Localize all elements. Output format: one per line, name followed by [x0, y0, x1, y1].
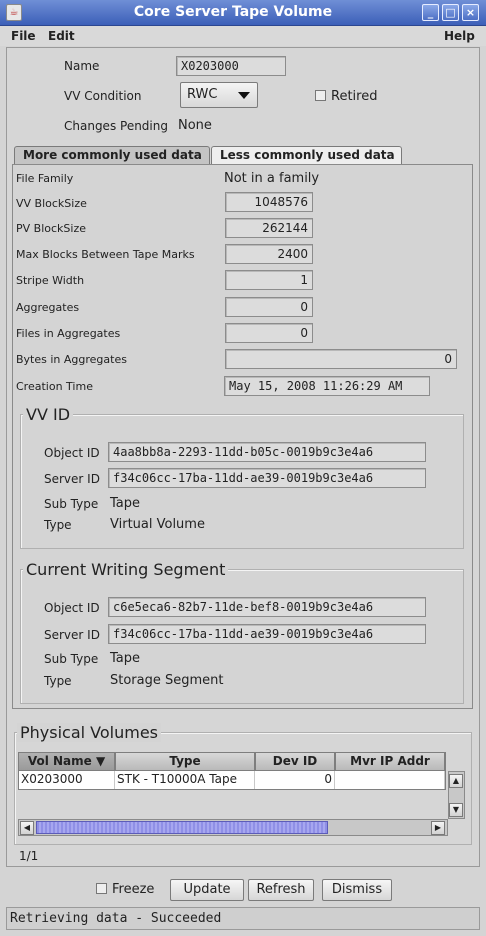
title-bar: ☕ Core Server Tape Volume _ □ ×	[0, 0, 486, 26]
chevron-down-icon	[238, 92, 250, 99]
col-dev-id[interactable]: Dev ID	[255, 752, 335, 771]
record-count: 1/1	[19, 849, 39, 863]
bytes-in-aggregates-label: Bytes in Aggregates	[16, 353, 127, 366]
seg-server-id-label: Server ID	[44, 628, 100, 642]
changes-pending-value: None	[178, 118, 212, 133]
aggregates-label: Aggregates	[16, 301, 80, 314]
retired-checkbox[interactable]	[315, 90, 326, 101]
close-icon[interactable]: ×	[462, 4, 479, 21]
cell-mvr-ip[interactable]	[335, 771, 445, 789]
vv-blocksize-field[interactable]: 1048576	[225, 192, 313, 212]
stripe-width-label: Stripe Width	[16, 274, 85, 287]
col-mvr-ip[interactable]: Mvr IP Addr	[335, 752, 445, 771]
scroll-thumb[interactable]	[36, 821, 328, 834]
freeze-checkbox[interactable]	[96, 883, 107, 894]
dismiss-button[interactable]: Dismiss	[322, 879, 392, 901]
stripe-width-field[interactable]: 1	[225, 270, 313, 290]
refresh-button[interactable]: Refresh	[248, 879, 314, 901]
seg-type-label: Type	[44, 674, 72, 688]
scroll-right-icon[interactable]: ▶	[431, 821, 445, 835]
vv-object-id-field[interactable]: 4aa8bb8a-2293-11dd-b05c-0019b9c3e4a6	[108, 442, 426, 462]
seg-sub-type-value: Tape	[110, 651, 141, 666]
maximize-icon[interactable]: □	[442, 4, 459, 21]
vv-blocksize-label: VV BlockSize	[16, 197, 87, 210]
max-blocks-label: Max Blocks Between Tape Marks	[16, 248, 195, 261]
freeze-label: Freeze	[112, 882, 155, 897]
tab-more-common[interactable]: More commonly used data	[14, 146, 210, 164]
minimize-icon[interactable]: _	[422, 4, 439, 21]
vv-type-value: Virtual Volume	[110, 517, 205, 532]
cell-vol-name[interactable]: X0203000	[19, 771, 115, 789]
file-family-label: File Family	[16, 172, 74, 185]
seg-server-id-field[interactable]: f34c06cc-17ba-11dd-ae39-0019b9c3e4a6	[108, 624, 426, 644]
max-blocks-field[interactable]: 2400	[225, 244, 313, 264]
changes-pending-label: Changes Pending	[64, 119, 168, 133]
vv-sub-type-label: Sub Type	[44, 497, 99, 511]
vv-condition-label: VV Condition	[64, 89, 142, 103]
java-cup-icon[interactable]: ☕	[6, 4, 22, 21]
name-label: Name	[64, 59, 100, 73]
menu-edit[interactable]: Edit	[48, 29, 75, 43]
writing-segment-title: Current Writing Segment	[23, 560, 229, 579]
cell-dev-id[interactable]: 0	[255, 771, 335, 789]
col-vol-name[interactable]: Vol Name ▼	[18, 752, 115, 771]
vv-sub-type-value: Tape	[110, 496, 141, 511]
menu-file[interactable]: File	[11, 29, 36, 43]
aggregates-field[interactable]: 0	[225, 297, 313, 317]
tab-less-common[interactable]: Less commonly used data	[211, 146, 402, 164]
col-type[interactable]: Type	[115, 752, 255, 771]
bytes-in-aggregates-field[interactable]: 0	[225, 349, 457, 369]
vv-condition-value: RWC	[187, 87, 218, 102]
pv-blocksize-label: PV BlockSize	[16, 222, 86, 235]
vv-server-id-label: Server ID	[44, 472, 100, 486]
scroll-down-icon[interactable]: ▼	[449, 803, 463, 817]
physical-volumes-title: Physical Volumes	[17, 723, 162, 742]
seg-type-value: Storage Segment	[110, 673, 224, 688]
menu-help[interactable]: Help	[444, 29, 475, 43]
pv-blocksize-field[interactable]: 262144	[225, 218, 313, 238]
vv-id-title: VV ID	[23, 405, 74, 424]
file-family-value: Not in a family	[224, 171, 320, 186]
vv-server-id-field[interactable]: f34c06cc-17ba-11dd-ae39-0019b9c3e4a6	[108, 468, 426, 488]
update-button[interactable]: Update	[170, 879, 244, 901]
creation-time-label: Creation Time	[16, 380, 93, 393]
files-in-aggregates-label: Files in Aggregates	[16, 327, 121, 340]
cell-type[interactable]: STK - T10000A Tape	[115, 771, 255, 789]
vv-condition-select[interactable]: RWC	[180, 82, 258, 108]
status-bar: Retrieving data - Succeeded	[6, 907, 480, 930]
seg-object-id-label: Object ID	[44, 601, 100, 615]
scroll-up-icon[interactable]: ▲	[449, 774, 463, 788]
creation-time-field[interactable]: May 15, 2008 11:26:29 AM	[224, 376, 430, 396]
scroll-left-icon[interactable]: ◀	[20, 821, 34, 835]
name-field[interactable]: X0203000	[176, 56, 286, 76]
vv-type-label: Type	[44, 518, 72, 532]
menu-bar: File Edit Help	[0, 26, 486, 46]
seg-sub-type-label: Sub Type	[44, 652, 99, 666]
retired-label: Retired	[331, 89, 378, 104]
vv-object-id-label: Object ID	[44, 446, 100, 460]
window-title: Core Server Tape Volume	[133, 4, 333, 20]
files-in-aggregates-field[interactable]: 0	[225, 323, 313, 343]
seg-object-id-field[interactable]: c6e5eca6-82b7-11de-bef8-0019b9c3e4a6	[108, 597, 426, 617]
